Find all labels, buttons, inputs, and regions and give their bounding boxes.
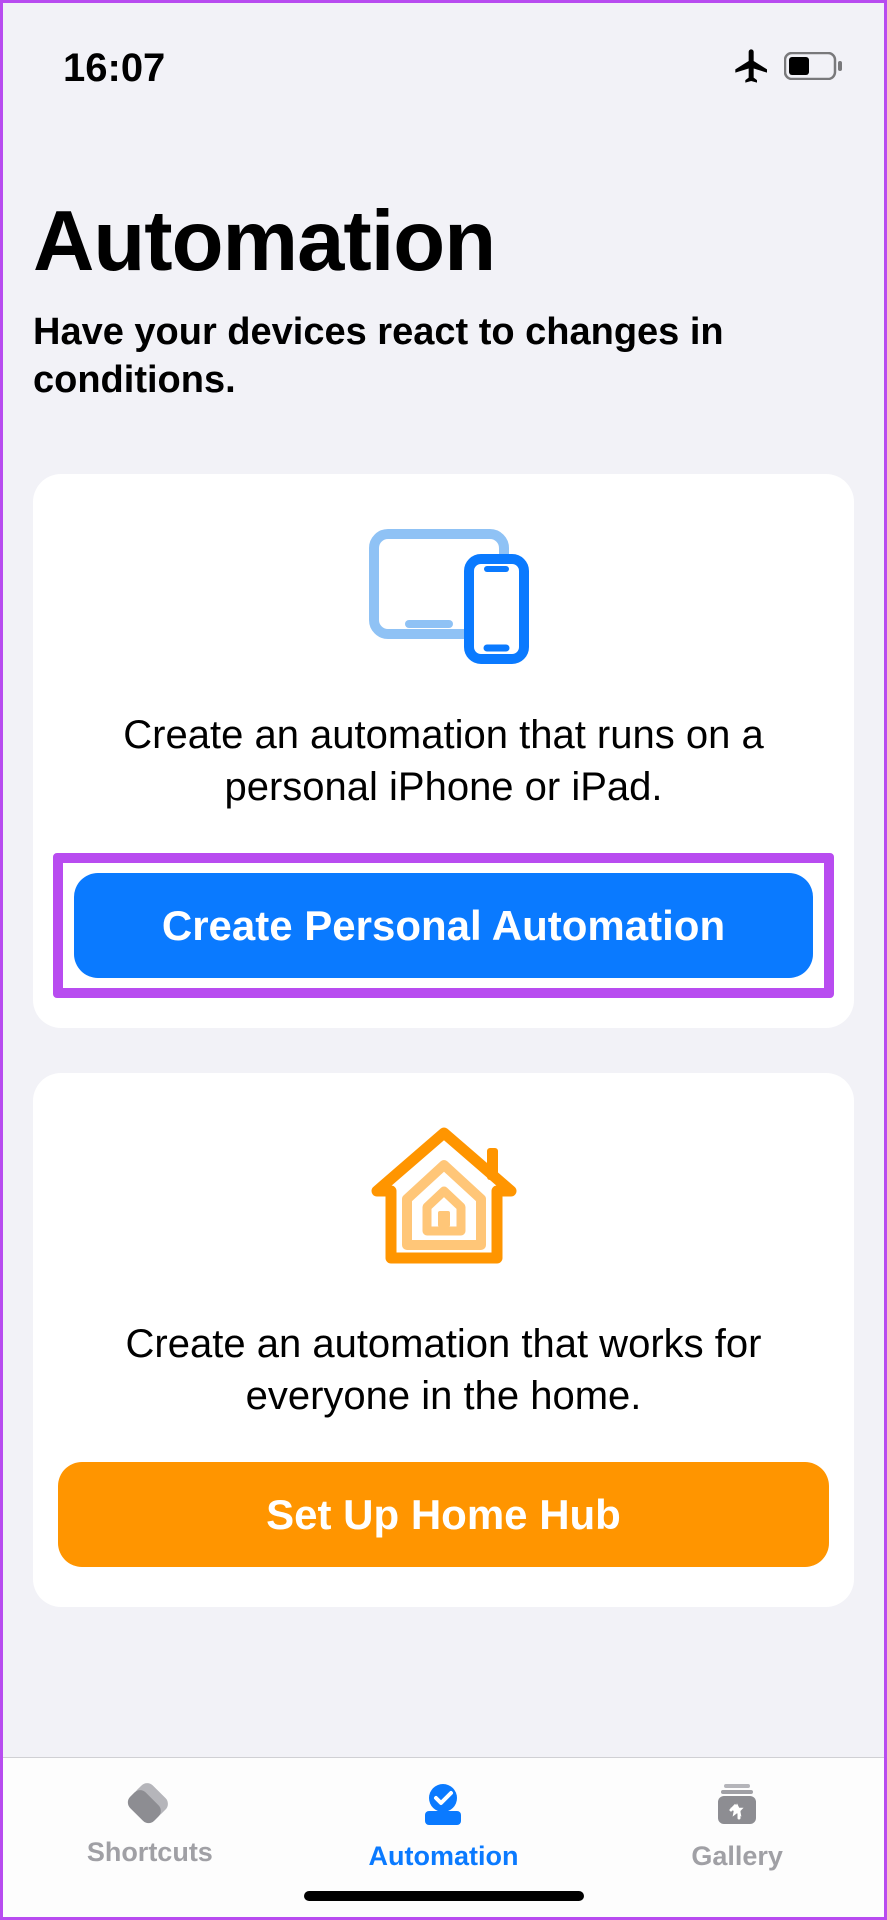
home-icon [359,1123,529,1273]
gallery-icon [712,1778,762,1833]
tab-gallery-label: Gallery [691,1841,783,1872]
shortcuts-icon [127,1778,173,1829]
page-header: Automation Have your devices react to ch… [3,103,884,444]
highlight-frame: Create Personal Automation [53,853,834,998]
automation-icon [418,1778,468,1833]
status-bar: 16:07 [3,3,884,103]
status-icons [732,46,844,91]
page-title: Automation [33,193,854,291]
tab-automation-label: Automation [368,1841,518,1872]
airplane-mode-icon [732,46,772,91]
set-up-home-hub-button[interactable]: Set Up Home Hub [58,1462,829,1567]
tab-bar: Shortcuts Automation Gallery [3,1757,884,1917]
tab-shortcuts-label: Shortcuts [87,1837,213,1868]
tab-shortcuts[interactable]: Shortcuts [50,1778,250,1868]
devices-icon [354,524,534,664]
tab-automation[interactable]: Automation [343,1778,543,1872]
status-time: 16:07 [63,46,165,91]
battery-icon [784,52,844,85]
personal-card-description: Create an automation that runs on a pers… [53,709,834,813]
home-automation-card: Create an automation that works for ever… [33,1073,854,1607]
content-area: Create an automation that runs on a pers… [3,444,884,1637]
tab-gallery[interactable]: Gallery [637,1778,837,1872]
page-subtitle: Have your devices react to changes in co… [33,309,854,404]
personal-automation-card: Create an automation that runs on a pers… [33,474,854,1028]
home-indicator[interactable] [304,1891,584,1901]
create-personal-automation-button[interactable]: Create Personal Automation [74,873,813,978]
home-card-description: Create an automation that works for ever… [53,1318,834,1422]
